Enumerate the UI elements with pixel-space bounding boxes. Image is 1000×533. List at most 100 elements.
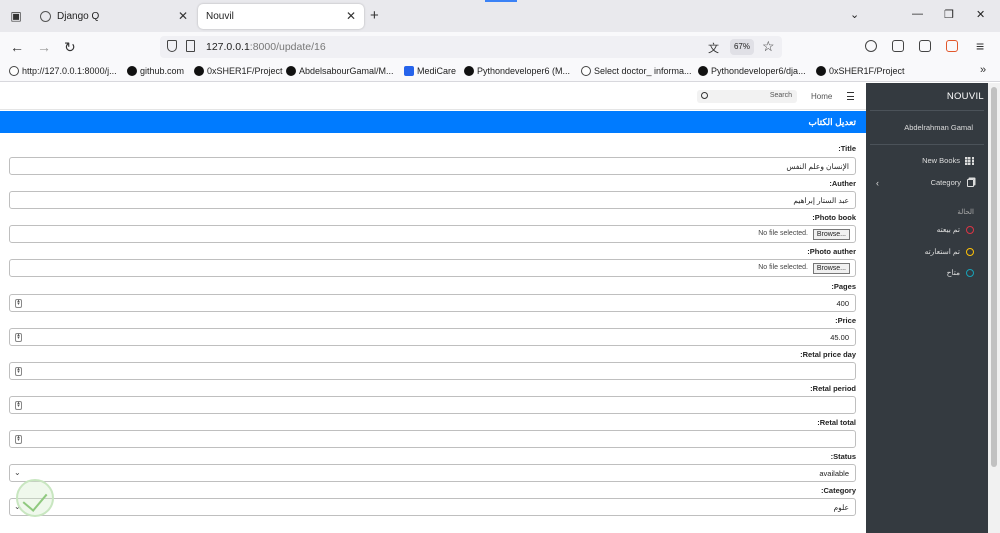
close-tab-icon[interactable]: ✕	[346, 9, 356, 23]
page-info-icon[interactable]	[186, 40, 195, 52]
github-icon	[127, 66, 137, 76]
bookmark-label: MediCare	[417, 66, 457, 76]
title-label: :Title	[838, 144, 856, 153]
bookmark-item[interactable]: Pythondeveloper6 (M...	[464, 66, 570, 76]
address-bar[interactable]: 127.0.0.1:8000/update/16 文 67% ☆	[160, 36, 782, 58]
tracking-shield-icon[interactable]	[167, 40, 177, 52]
category-select[interactable]: ⌄ علوم	[9, 498, 856, 516]
browse-button[interactable]: Browse...	[812, 229, 850, 240]
forward-icon[interactable]: →	[37, 39, 51, 55]
extension-shield-icon[interactable]	[919, 40, 931, 52]
bookmark-item[interactable]: http://127.0.0.1:8000/j...	[9, 66, 117, 76]
bookmarks-overflow-icon[interactable]: »	[980, 64, 986, 76]
search-input[interactable]: Search	[697, 90, 797, 103]
bookmark-item[interactable]: github.com	[127, 66, 184, 76]
user-name[interactable]: Abdelrahman Gamal	[904, 123, 973, 132]
status-item-available[interactable]: متاح	[947, 268, 974, 277]
tab-nouvil[interactable]: Nouvil ✕	[198, 4, 364, 29]
chevron-left-icon[interactable]: ‹	[876, 178, 879, 188]
minimize-icon[interactable]: —	[912, 8, 923, 20]
bookmark-item[interactable]: Select doctor_ informa...	[581, 66, 692, 76]
page-viewport: Search Home تعديل الكتاب :Title الإنسان …	[0, 83, 1000, 533]
scrollbar-thumb[interactable]	[991, 87, 997, 467]
price-input[interactable]: ▴ ▾ 45.00	[9, 328, 856, 346]
bookmark-item[interactable]: Pythondeveloper6/dja...	[698, 66, 806, 76]
url-text[interactable]: 127.0.0.1:8000/update/16	[206, 41, 326, 53]
status-item-borrowed[interactable]: تم استعارته	[925, 247, 974, 256]
bookmark-label: http://127.0.0.1:8000/j...	[22, 66, 117, 76]
close-tab-icon[interactable]: ✕	[178, 9, 188, 23]
home-link[interactable]: Home	[811, 92, 832, 101]
extension-fox-icon[interactable]	[946, 40, 958, 52]
bookmark-label: Pythondeveloper6/dja...	[711, 66, 806, 76]
url-path: :8000/update/16	[249, 41, 326, 53]
pages-input[interactable]: ▴ ▾ 400	[9, 294, 856, 312]
new-tab-icon[interactable]: +	[370, 7, 379, 24]
tab-django-q[interactable]: Django Q ✕	[32, 4, 196, 29]
account-icon[interactable]	[865, 40, 877, 52]
status-item-sold[interactable]: تم بيعته	[937, 225, 974, 234]
photo-book-file-input[interactable]: No file selected. Browse...	[9, 225, 856, 243]
bookmarks-bar: http://127.0.0.1:8000/j... github.com 0x…	[0, 62, 1000, 82]
tab-title: Nouvil	[206, 11, 234, 22]
github-icon	[698, 66, 708, 76]
bookmark-item[interactable]: MediCare	[404, 66, 456, 76]
top-navbar: Search Home	[0, 83, 866, 110]
restore-icon[interactable]: ❐	[944, 8, 954, 21]
translate-icon[interactable]: 文	[708, 40, 719, 56]
brand-logo-text[interactable]: NOUVIL	[947, 91, 984, 102]
globe-icon	[9, 66, 19, 76]
globe-icon	[581, 66, 591, 76]
page-title-bar: تعديل الكتاب	[0, 111, 866, 133]
extensions-icon[interactable]	[892, 40, 904, 52]
tab-list-chevron-icon[interactable]: ⌄	[850, 8, 859, 21]
retal-total-label: :Retal total	[817, 418, 856, 427]
browse-button[interactable]: Browse...	[812, 263, 850, 274]
sidebar-item-category[interactable]: Category	[931, 178, 974, 187]
status-item-label: تم استعارته	[924, 247, 960, 256]
bookmark-item[interactable]: 0xSHER1F/Project	[816, 66, 905, 76]
retal-period-input[interactable]: ▴ ▾	[9, 396, 856, 414]
pages-label: :Pages	[831, 282, 856, 291]
copy-icon	[967, 178, 974, 187]
pages-value: 400	[836, 299, 849, 308]
status-value: available	[819, 469, 849, 478]
status-item-label: تم بيعته	[936, 225, 960, 234]
photo-book-label: :Photo book	[812, 213, 856, 222]
title-value: الإنسان وعلم النفس	[786, 162, 849, 171]
photo-author-file-input[interactable]: No file selected. Browse...	[9, 259, 856, 277]
category-value: علوم	[833, 503, 849, 512]
page-title: تعديل الكتاب	[808, 117, 856, 127]
number-spinner-icon[interactable]: ▴ ▾	[15, 401, 22, 410]
bookmark-star-icon[interactable]: ☆	[762, 38, 775, 55]
number-spinner-icon[interactable]: ▴ ▾	[15, 299, 22, 308]
zoom-level[interactable]: 67%	[730, 39, 754, 55]
retal-total-input[interactable]: ▴ ▾	[9, 430, 856, 448]
browser-nav-bar: ← → ↻ 127.0.0.1:8000/update/16 文 67% ☆ ≡	[0, 32, 1000, 62]
page-scrollbar[interactable]	[988, 83, 1000, 533]
grid-icon	[965, 156, 974, 165]
github-icon	[464, 66, 474, 76]
number-spinner-icon[interactable]: ▴ ▾	[15, 435, 22, 444]
title-input[interactable]: الإنسان وعلم النفس	[9, 157, 856, 175]
category-label: :Category	[820, 486, 856, 495]
sidebar-item-label: Category	[930, 178, 961, 187]
tab-overview-icon[interactable]: ▣	[8, 8, 24, 24]
back-icon[interactable]: ←	[10, 39, 24, 55]
author-input[interactable]: عبد الستار إبراهيم	[9, 191, 856, 209]
hamburger-menu-icon[interactable]	[847, 92, 854, 100]
reload-icon[interactable]: ↻	[64, 39, 76, 56]
close-window-icon[interactable]: ✕	[976, 8, 985, 21]
cyan-circle-icon	[966, 268, 974, 277]
number-spinner-icon[interactable]: ▴ ▾	[15, 333, 22, 342]
bookmark-item[interactable]: 0xSHER1F/Project	[194, 66, 283, 76]
tab-favicon-icon	[40, 11, 51, 22]
retal-price-day-input[interactable]: ▴ ▾	[9, 362, 856, 380]
bookmark-item[interactable]: AbdelsabourGamal/M...	[286, 66, 394, 76]
url-host: 127.0.0.1	[206, 41, 250, 53]
medicare-icon	[404, 66, 414, 76]
menu-icon[interactable]: ≡	[976, 38, 984, 54]
sidebar-item-new-books[interactable]: New Books	[922, 156, 974, 165]
number-spinner-icon[interactable]: ▴ ▾	[15, 367, 22, 376]
status-select[interactable]: ⌄ available	[9, 464, 856, 482]
